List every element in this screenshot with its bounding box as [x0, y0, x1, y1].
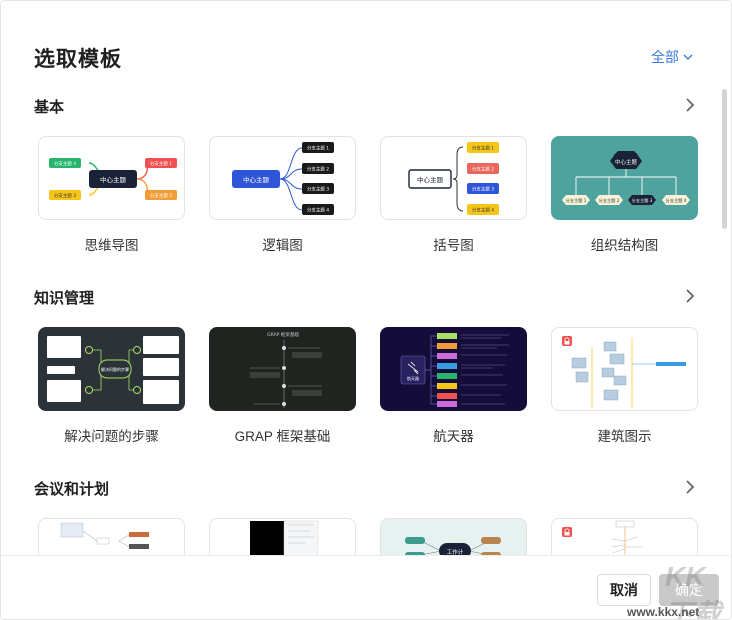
template-thumbnail[interactable]: 中心主题 分支主题 1 分支主题 2 分支主题 3 分支主题 4 — [551, 136, 698, 220]
dialog-footer: 取消 确定 — [1, 555, 731, 619]
svg-text:分支主题 3: 分支主题 3 — [472, 186, 494, 193]
svg-text:中心主题: 中心主题 — [243, 175, 270, 184]
mindmap-preview: 中心主题 分支主题 4 分支主题 1 分支主题 3 分支主题 2 — [49, 158, 177, 200]
problem-solving-preview: 解决问题的步骤 — [47, 336, 179, 404]
center-topic: 中心主题 — [100, 175, 127, 184]
template-label: 逻辑图 — [262, 238, 303, 253]
grap-preview: GRAP 框架基础 — [250, 331, 322, 408]
cancel-button[interactable]: 取消 — [597, 574, 651, 606]
template-thumbnail[interactable]: GRAP 框架基础 — [209, 327, 356, 411]
svg-text:分支主题 2: 分支主题 2 — [150, 192, 172, 199]
template-thumbnail[interactable]: 中心主题 分支主题 1 分支主题 2 分支主题 3 分支主题 4 — [209, 136, 356, 220]
template-card-problem-solving[interactable]: 解决问题的步骤 解决问题的步骤 — [38, 327, 185, 445]
svg-text:分支主题 4: 分支主题 4 — [307, 207, 329, 214]
template-label: 航天器 — [433, 429, 474, 444]
section-title: 知识管理 — [34, 290, 95, 307]
svg-text:分支主题 2: 分支主题 2 — [599, 197, 620, 204]
svg-text:分支主题 3: 分支主题 3 — [307, 186, 329, 193]
brace-chart-preview: 中心主题 分支主题 1 分支主题 2 分支主题 3 分支主题 4 — [408, 142, 499, 215]
svg-text:分支主题 1: 分支主题 1 — [150, 160, 172, 167]
org-chart-preview: 中心主题 分支主题 1 分支主题 2 分支主题 3 分支主题 4 — [562, 151, 690, 205]
template-label: 解决问题的步骤 — [64, 429, 159, 444]
template-label: 思维导图 — [84, 238, 139, 253]
filter-dropdown[interactable]: 全部 — [651, 47, 693, 67]
template-card-logic[interactable]: 中心主题 分支主题 1 分支主题 2 分支主题 3 分支主题 4 逻辑图 — [209, 136, 356, 254]
template-label: 括号图 — [433, 238, 474, 253]
svg-text:分支主题 1: 分支主题 1 — [472, 145, 494, 152]
template-picker-dialog: 选取模板 全部 基本 中心主题 分支主题 4 分支主题 1 分支主题 3 分支主… — [0, 0, 732, 620]
template-card-spacecraft[interactable]: 航天器 航天器 — [380, 327, 527, 445]
dialog-title: 选取模板 — [34, 48, 122, 71]
chevron-right-icon[interactable] — [683, 480, 697, 494]
svg-text:中心主题: 中心主题 — [417, 175, 444, 184]
spacecraft-preview: 航天器 — [400, 333, 509, 407]
svg-text:航天器: 航天器 — [407, 375, 419, 381]
chevron-down-icon — [683, 54, 693, 60]
template-thumbnail[interactable]: 中心主题 分支主题 4 分支主题 1 分支主题 3 分支主题 2 — [38, 136, 185, 220]
architecture-preview — [562, 336, 686, 408]
template-card-org[interactable]: 中心主题 分支主题 1 分支主题 2 分支主题 3 分支主题 4 组织结构图 — [551, 136, 698, 254]
template-label: GRAP 框架基础 — [234, 429, 331, 444]
svg-text:分支主题 3: 分支主题 3 — [54, 192, 76, 199]
chevron-right-icon[interactable] — [683, 98, 697, 112]
chevron-right-icon[interactable] — [683, 289, 697, 303]
svg-text:分支主题 2: 分支主题 2 — [472, 166, 494, 173]
template-card-grap[interactable]: GRAP 框架基础 GRAP 框架基础 — [209, 327, 356, 445]
watermark-url: www.kkx.net — [627, 605, 700, 619]
svg-text:中心主题: 中心主题 — [615, 158, 638, 166]
template-label: 组织结构图 — [590, 238, 659, 253]
section-title: 基本 — [34, 99, 65, 116]
logic-chart-preview: 中心主题 分支主题 1 分支主题 2 分支主题 3 分支主题 4 — [232, 142, 334, 215]
svg-text:分支主题 2: 分支主题 2 — [307, 166, 329, 173]
svg-text:分支主题 1: 分支主题 1 — [566, 197, 587, 204]
template-thumbnail[interactable]: 航天器 — [380, 327, 527, 411]
template-thumbnail[interactable] — [551, 327, 698, 411]
scrollbar[interactable] — [722, 89, 727, 229]
template-label: 建筑图示 — [597, 429, 652, 444]
svg-text:解决问题的步骤: 解决问题的步骤 — [101, 366, 129, 372]
svg-text:分支主题 3: 分支主题 3 — [632, 197, 653, 204]
template-card-mindmap[interactable]: 中心主题 分支主题 4 分支主题 1 分支主题 3 分支主题 2 思维导图 — [38, 136, 185, 254]
svg-text:GRAP 框架基础: GRAP 框架基础 — [267, 331, 299, 338]
template-thumbnail[interactable]: 中心主题 分支主题 1 分支主题 2 分支主题 3 分支主题 4 — [380, 136, 527, 220]
svg-text:分支主题 4: 分支主题 4 — [54, 160, 76, 167]
template-card-architecture[interactable]: 建筑图示 — [551, 327, 698, 445]
filter-label: 全部 — [651, 49, 679, 65]
svg-text:分支主题 4: 分支主题 4 — [472, 207, 494, 214]
template-card-brace[interactable]: 中心主题 分支主题 1 分支主题 2 分支主题 3 分支主题 4 括号图 — [380, 136, 527, 254]
section-title: 会议和计划 — [34, 481, 110, 498]
svg-text:分支主题 1: 分支主题 1 — [307, 145, 329, 152]
template-thumbnail[interactable]: 解决问题的步骤 — [38, 327, 185, 411]
svg-text:分支主题 4: 分支主题 4 — [666, 197, 687, 204]
